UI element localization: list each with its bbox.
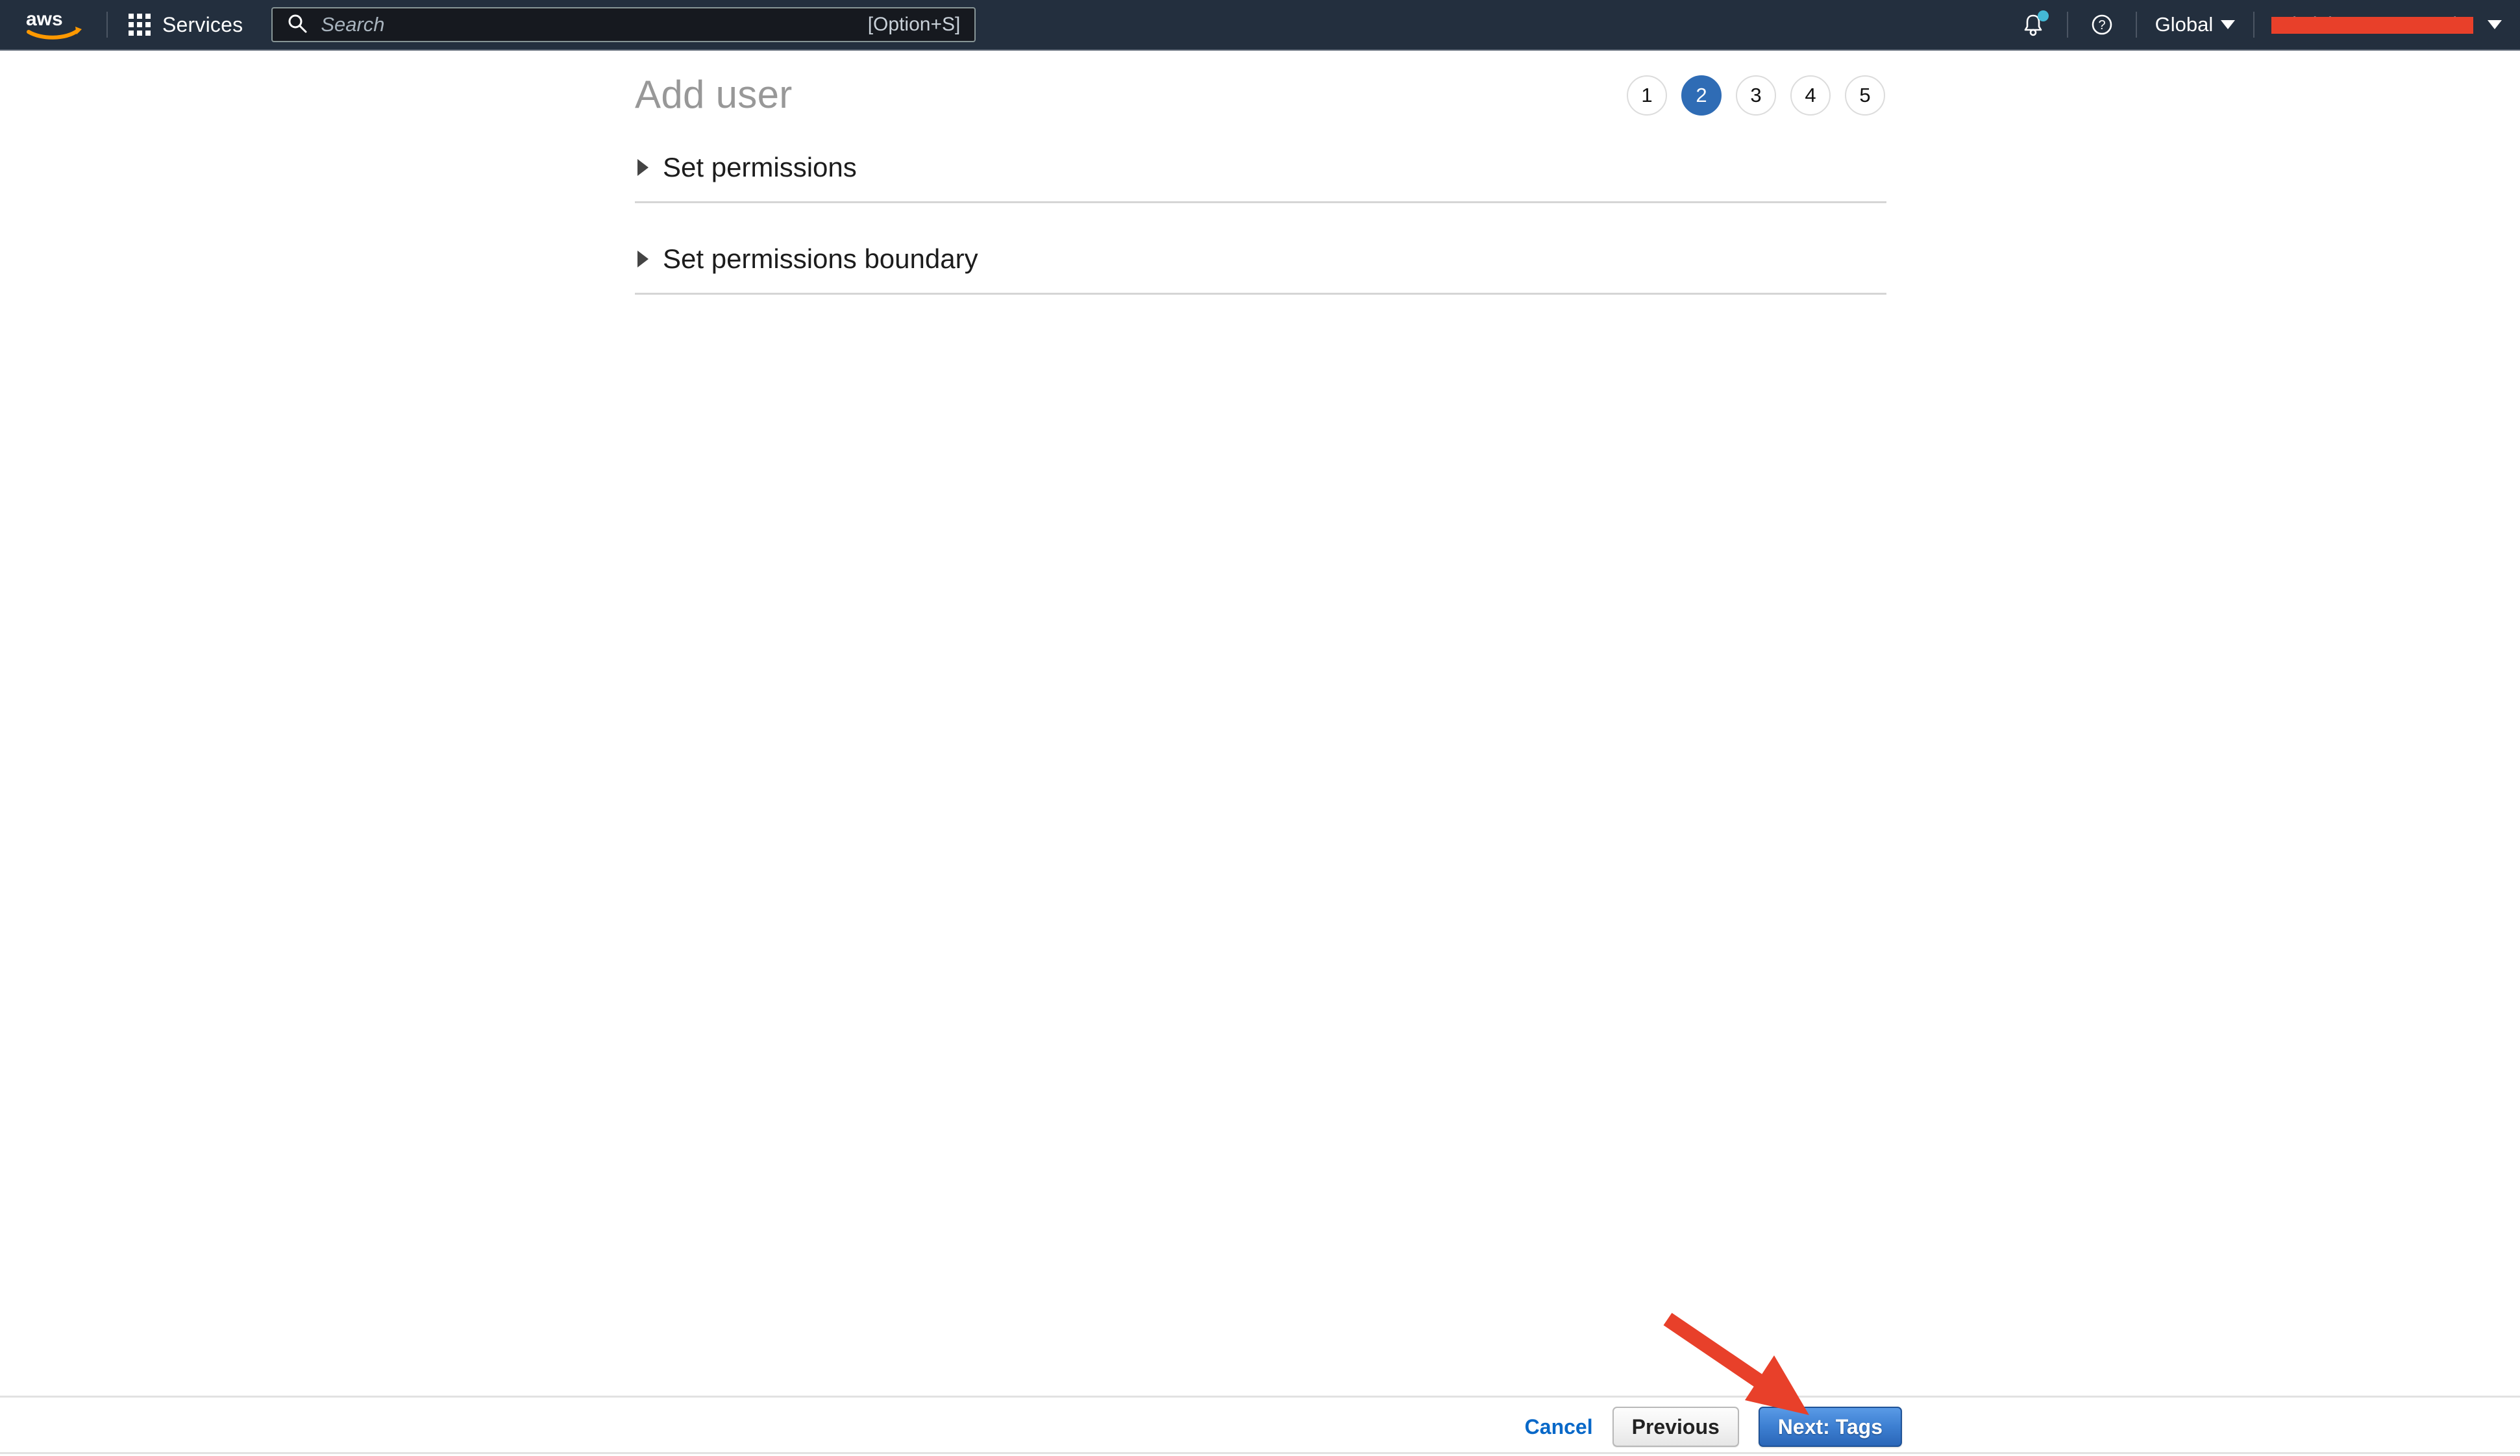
question-circle-icon: ? — [2090, 12, 2114, 37]
section-set-permissions-boundary-title: Set permissions boundary — [663, 243, 978, 275]
account-label-redacted: AdministratorAccess/... — [2271, 11, 2473, 38]
page-body: Add user 1 2 3 4 5 Set permissions Set p… — [0, 51, 2520, 1396]
section-set-permissions-header[interactable]: Set permissions — [635, 152, 1886, 201]
step-5[interactable]: 5 — [1845, 75, 1885, 116]
navbar-divider-4 — [2253, 12, 2254, 38]
svg-text:?: ? — [2098, 18, 2105, 32]
previous-button[interactable]: Previous — [1612, 1407, 1739, 1447]
page-header: Add user 1 2 3 4 5 — [635, 51, 1886, 116]
page-title: Add user — [635, 69, 793, 114]
step-indicator: 1 2 3 4 5 — [1627, 69, 1886, 116]
aws-logo[interactable]: aws — [25, 7, 90, 42]
section-set-permissions: Set permissions — [635, 152, 1886, 203]
footer-action-bar: Cancel Previous Next: Tags — [0, 1396, 2520, 1454]
search-shortcut-hint: [Option+S] — [868, 14, 961, 36]
section-set-permissions-boundary: Set permissions boundary — [635, 243, 1886, 295]
footer-buttons-group: Cancel Previous Next: Tags — [1525, 1398, 1902, 1456]
services-menu-button[interactable]: Services — [125, 0, 247, 49]
chevron-down-icon — [2488, 20, 2502, 29]
next-tags-button[interactable]: Next: Tags — [1759, 1407, 1902, 1447]
svg-text:aws: aws — [26, 8, 63, 30]
navbar-divider-2 — [2067, 12, 2068, 38]
account-menu[interactable]: AdministratorAccess/... — [2267, 11, 2506, 38]
step-4[interactable]: 4 — [1790, 75, 1831, 116]
chevron-right-icon — [637, 159, 649, 176]
step-3[interactable]: 3 — [1736, 75, 1776, 116]
navbar-divider-3 — [2136, 12, 2137, 38]
step-1[interactable]: 1 — [1627, 75, 1667, 116]
search-input[interactable]: Search — [321, 13, 867, 36]
services-label: Services — [162, 13, 243, 37]
grid-icon — [129, 14, 151, 36]
notification-badge-dot — [2038, 10, 2049, 21]
section-set-permissions-boundary-header[interactable]: Set permissions boundary — [635, 243, 1886, 293]
navbar-divider-1 — [106, 12, 108, 38]
chevron-down-icon — [2221, 20, 2235, 29]
region-label: Global — [2155, 13, 2214, 36]
help-button[interactable]: ? — [2081, 0, 2123, 50]
notifications-button[interactable] — [2012, 0, 2054, 50]
content-column: Add user 1 2 3 4 5 Set permissions Set p… — [635, 51, 1886, 295]
top-navigation-bar: aws Services Search [Option+S] — [0, 0, 2520, 51]
search-icon — [287, 13, 308, 37]
cancel-button[interactable]: Cancel — [1525, 1415, 1593, 1439]
navbar-left-group: aws Services Search [Option+S] — [0, 0, 976, 49]
section-set-permissions-title: Set permissions — [663, 152, 857, 183]
step-2[interactable]: 2 — [1681, 75, 1722, 116]
region-selector[interactable]: Global — [2150, 13, 2241, 36]
navbar-right-group: ? Global AdministratorAccess/... — [2012, 0, 2520, 49]
chevron-right-icon — [637, 251, 649, 267]
global-search-box[interactable]: Search [Option+S] — [271, 7, 976, 42]
